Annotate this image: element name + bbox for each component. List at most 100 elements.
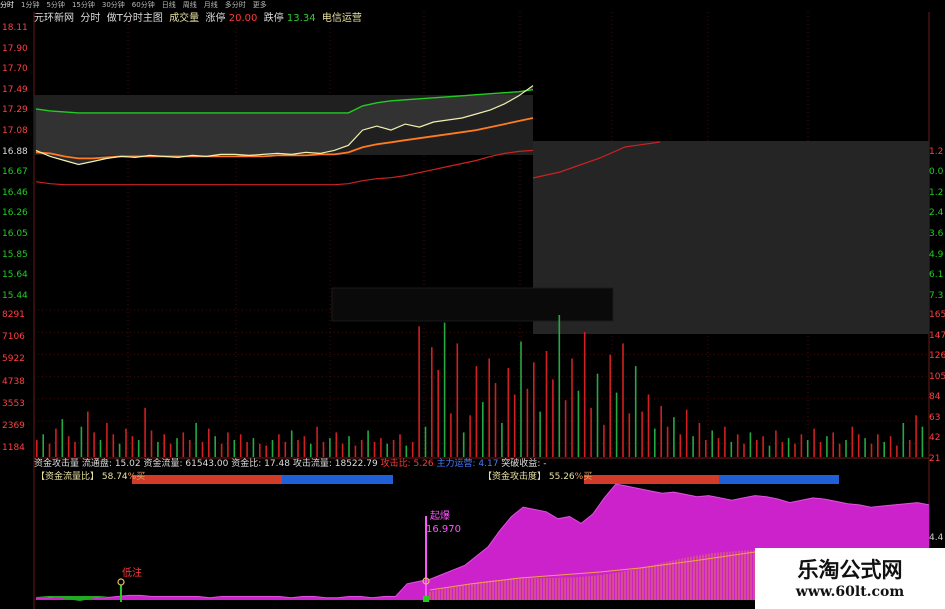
volume-bar xyxy=(660,405,662,457)
axis-right-vol-tick: 63 xyxy=(929,412,941,423)
volume-bar xyxy=(87,411,89,457)
tab-multi-intraday[interactable]: 多分时 xyxy=(225,0,246,10)
volume-bar xyxy=(583,332,586,457)
tab-daily[interactable]: 日线 xyxy=(162,0,176,10)
volume-label: 成交量 xyxy=(169,13,200,24)
volume-bar xyxy=(373,441,376,457)
formula-label[interactable]: 做T分时主图 xyxy=(107,13,163,24)
attack-flow-value: 18522.79 xyxy=(334,459,378,469)
volume-bar xyxy=(749,432,752,457)
attack-ratio-value: 5.26 xyxy=(413,459,434,469)
volume-bar xyxy=(571,358,573,457)
volume-bars xyxy=(36,315,924,457)
breakout-label: 突破收益 xyxy=(501,459,538,469)
axis-left-price-tick: 15.64 xyxy=(2,270,28,281)
volume-bar xyxy=(743,443,745,457)
volume-bar xyxy=(233,440,236,457)
fund-ratio-sell-bar xyxy=(282,475,393,484)
volume-bar xyxy=(520,341,522,457)
volume-bar xyxy=(921,426,924,457)
volume-bar xyxy=(781,441,784,457)
volume-bar xyxy=(195,422,197,457)
attack-degree-buy-bar xyxy=(584,475,719,484)
indicator-name[interactable]: 资金攻击量 xyxy=(34,459,79,469)
volume-bar xyxy=(736,434,739,457)
volume-bar xyxy=(864,438,866,457)
volume-bar xyxy=(137,440,140,457)
volume-bar xyxy=(564,400,567,457)
volume-bar xyxy=(163,434,165,457)
volume-bar xyxy=(411,441,414,457)
volume-bar xyxy=(208,428,210,457)
volume-bar xyxy=(431,347,433,457)
axis-left-price-tick: 17.90 xyxy=(2,43,28,54)
axis-left-price-tick: 17.29 xyxy=(2,105,28,116)
volume-bar xyxy=(322,441,325,457)
volume-bar xyxy=(220,443,223,457)
volume-bar xyxy=(641,411,643,457)
tab-1min[interactable]: 1分钟 xyxy=(21,0,39,10)
volume-bar xyxy=(297,440,299,457)
volume-bar xyxy=(806,440,809,457)
volume-bar xyxy=(42,434,44,457)
indicator-right-tick: 4.4 xyxy=(929,533,944,543)
volume-bar xyxy=(450,413,452,457)
attack-ratio-label: 攻击比 xyxy=(380,459,408,469)
volume-bar xyxy=(488,358,490,457)
tab-weekly[interactable]: 周线 xyxy=(183,0,197,10)
volume-bar xyxy=(628,413,631,457)
tab-5min[interactable]: 5分钟 xyxy=(46,0,64,10)
volume-bar xyxy=(883,441,885,457)
axis-left-vol-tick: 4738 xyxy=(2,376,25,387)
volume-bar xyxy=(462,432,465,457)
axis-right-price-tick: 1.2 xyxy=(929,187,944,198)
axis-left-price-tick: 16.05 xyxy=(2,229,28,239)
volume-bar xyxy=(666,426,669,457)
axis-right-price-tick: 7.3 xyxy=(929,290,944,301)
volume-bar xyxy=(647,394,650,457)
axis-left-price-tick: 16.88 xyxy=(2,146,28,157)
fund-ratio-bar-label: 【资金流量比】 58.74%买 xyxy=(36,472,146,482)
volume-bar xyxy=(36,440,38,457)
volume-bar xyxy=(730,441,733,457)
volume-bar xyxy=(271,440,274,457)
overlay-box xyxy=(331,287,614,322)
volume-bar xyxy=(418,326,420,457)
volume-bar xyxy=(74,441,76,457)
tab-monthly[interactable]: 月线 xyxy=(204,0,218,10)
volume-bar xyxy=(201,441,204,457)
view-label: 分时 xyxy=(80,13,101,24)
volume-bar xyxy=(558,315,561,457)
axis-left-price-tick: 16.67 xyxy=(2,167,28,178)
tab-15min[interactable]: 15分钟 xyxy=(72,0,95,10)
volume-bar xyxy=(622,343,624,457)
fund-ratio-value: 17.48 xyxy=(264,459,290,469)
limit-down-value: 13.34 xyxy=(286,13,316,24)
volume-bar xyxy=(685,409,688,457)
volume-bar xyxy=(310,443,312,457)
indicator-header: 资金攻击量 流通盘: 15.02 资金流量: 61543.00 资金比: 17.… xyxy=(34,459,547,469)
axis-right-price-tick: 2.4 xyxy=(929,208,944,219)
watermark: 乐淘公式网 www.60lt.com xyxy=(755,548,945,609)
volume-bar xyxy=(768,445,771,457)
signal-breakout-label: 起爆 xyxy=(430,511,450,522)
limit-up-value: 20.00 xyxy=(228,13,258,24)
axis-left-vol-tick: 3553 xyxy=(2,398,25,409)
volume-bar xyxy=(48,443,51,457)
tab-30min[interactable]: 30分钟 xyxy=(102,0,125,10)
volume-bar xyxy=(507,368,510,457)
volume-bar xyxy=(577,390,580,457)
volume-bar xyxy=(424,426,427,457)
volume-bar xyxy=(188,440,191,457)
main-force-label: 主力运营 xyxy=(436,459,473,469)
volume-bar xyxy=(106,422,108,457)
axis-right-price-tick: 6.1 xyxy=(929,270,944,281)
tab-more[interactable]: 更多 xyxy=(253,0,267,10)
volume-bar xyxy=(870,443,873,457)
tab-intraday[interactable]: 分时 xyxy=(0,0,14,10)
axis-right-vol-tick: 126 xyxy=(929,351,945,361)
volume-bar xyxy=(845,440,847,457)
volume-bar xyxy=(851,426,854,457)
tab-60min[interactable]: 60分钟 xyxy=(132,0,155,10)
stock-name: 元环新网 xyxy=(34,13,74,24)
